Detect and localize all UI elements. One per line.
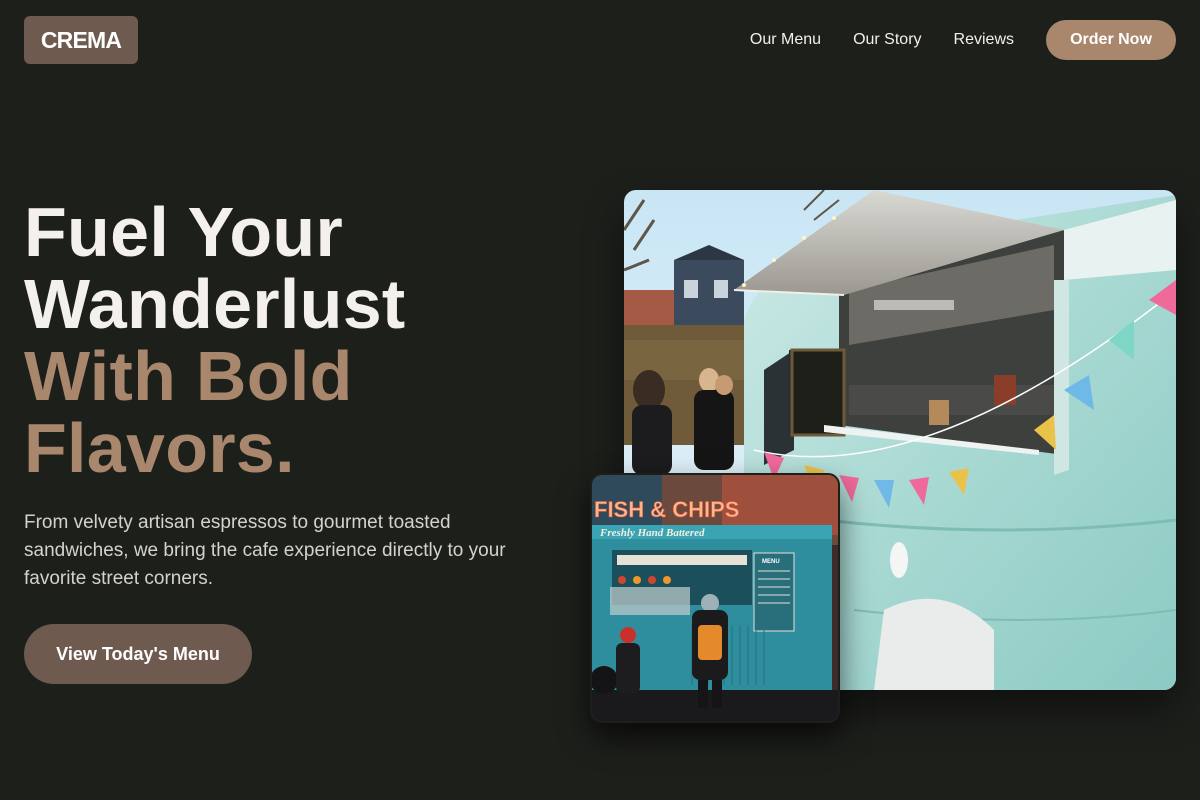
brand-logo[interactable]: CREMA [24,16,138,64]
hero-title: Fuel Your Wanderlust With Bold Flavors. [24,196,406,484]
hero-title-line-1: Fuel Your [24,193,344,271]
hero-title-accent-line-1: With Bold [24,337,353,415]
main-nav: Our Menu Our Story Reviews Order Now [750,20,1176,60]
fish-chips-truck-photo: FISH & CHIPS Freshly Hand Battered MENU [590,473,840,723]
menu-board-text: MENU [762,559,780,565]
hero-title-line-2: Wanderlust [24,265,406,343]
hero-title-accent-line-2: Flavors. [24,409,295,487]
view-menu-button[interactable]: View Today's Menu [24,624,252,684]
freshly-battered-text: Freshly Hand Battered [599,527,705,539]
nav-link-reviews[interactable]: Reviews [954,31,1014,49]
nav-link-our-story[interactable]: Our Story [853,31,921,49]
fish-chips-truck-illustration: FISH & CHIPS Freshly Hand Battered MENU [592,475,838,721]
order-now-button[interactable]: Order Now [1046,20,1176,60]
nav-link-our-menu[interactable]: Our Menu [750,31,821,49]
fish-chips-sign-text: FISH & CHIPS [594,497,739,522]
hero-subtitle: From velvety artisan espressos to gourme… [24,512,506,589]
